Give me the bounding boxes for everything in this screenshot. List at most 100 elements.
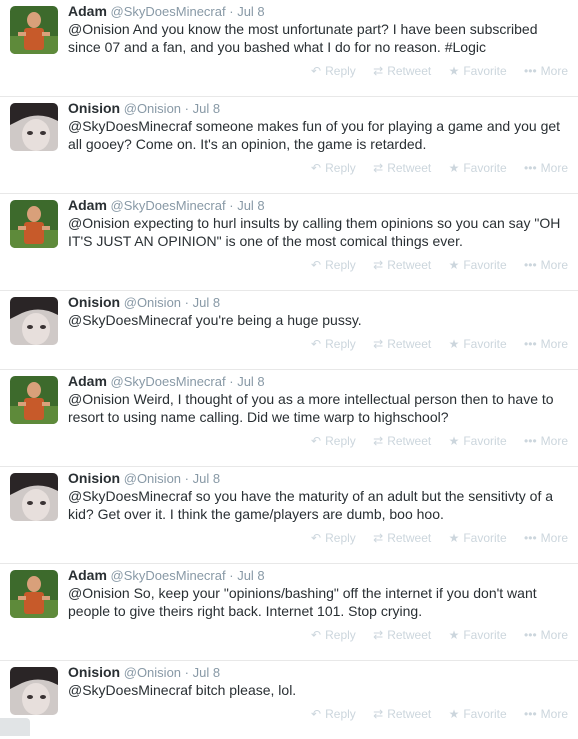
timestamp[interactable]: Jul 8 bbox=[193, 665, 220, 680]
reply-icon: ↶ bbox=[311, 337, 322, 351]
retweet-icon: ⇄ bbox=[373, 337, 384, 351]
timestamp[interactable]: Jul 8 bbox=[193, 101, 220, 116]
avatar-onision[interactable] bbox=[10, 103, 58, 151]
separator: · bbox=[184, 295, 189, 310]
avatar-adam[interactable] bbox=[10, 200, 58, 248]
more-button[interactable]: ••• More bbox=[524, 258, 568, 272]
more-button[interactable]: ••• More bbox=[524, 64, 568, 78]
favorite-button[interactable]: ★ Favorite bbox=[449, 337, 507, 351]
tweet-text: @SkyDoesMinecraf bitch please, lol. bbox=[68, 682, 297, 698]
favorite-button[interactable]: ★ Favorite bbox=[449, 628, 507, 642]
tweet[interactable]: Onision @Onision · Jul 8 @SkyDoesMinecra… bbox=[0, 97, 578, 194]
author-handle[interactable]: @Onision bbox=[124, 295, 181, 310]
timestamp[interactable]: Jul 8 bbox=[193, 295, 220, 310]
more-button[interactable]: ••• More bbox=[524, 628, 568, 642]
author-name[interactable]: Onision bbox=[68, 100, 120, 116]
avatar-adam[interactable] bbox=[10, 570, 58, 618]
retweet-button[interactable]: ⇄ Retweet bbox=[373, 531, 431, 545]
tweet[interactable]: Adam @SkyDoesMinecraf · Jul 8 @Onision e… bbox=[0, 194, 578, 291]
more-dots-icon: ••• bbox=[524, 64, 537, 78]
retweet-button[interactable]: ⇄ Retweet bbox=[373, 161, 431, 175]
avatar-onision[interactable] bbox=[10, 667, 58, 715]
author-handle[interactable]: @SkyDoesMinecraf bbox=[111, 374, 226, 389]
favorite-button[interactable]: ★ Favorite bbox=[449, 258, 507, 272]
author-name[interactable]: Adam bbox=[68, 567, 107, 583]
star-icon: ★ bbox=[448, 337, 460, 351]
tweet[interactable]: Onision @Onision · Jul 8 @SkyDoesMinecra… bbox=[0, 467, 578, 564]
reply-button[interactable]: ↶ Reply bbox=[311, 337, 356, 351]
tweet[interactable]: Adam @SkyDoesMinecraf · Jul 8 @Onision A… bbox=[0, 0, 578, 97]
tweet[interactable]: Onision @Onision · Jul 8 @SkyDoesMinecra… bbox=[0, 661, 578, 739]
reply-button[interactable]: ↶ Reply bbox=[311, 707, 356, 721]
star-icon: ★ bbox=[448, 161, 460, 175]
tweet[interactable]: Onision @Onision · Jul 8 @SkyDoesMinecra… bbox=[0, 291, 578, 370]
retweet-button[interactable]: ⇄ Retweet bbox=[373, 707, 431, 721]
favorite-button[interactable]: ★ Favorite bbox=[449, 161, 507, 175]
timestamp[interactable]: Jul 8 bbox=[237, 4, 264, 19]
timestamp[interactable]: Jul 8 bbox=[237, 374, 264, 389]
separator: · bbox=[229, 568, 234, 583]
reply-button[interactable]: ↶ Reply bbox=[311, 434, 356, 448]
retweet-button[interactable]: ⇄ Retweet bbox=[373, 64, 431, 78]
author-name[interactable]: Adam bbox=[68, 373, 107, 389]
avatar-adam[interactable] bbox=[10, 376, 58, 424]
tweet-text: @SkyDoesMinecraf so you have the maturit… bbox=[68, 488, 554, 522]
reply-icon: ↶ bbox=[311, 161, 322, 175]
retweet-button[interactable]: ⇄ Retweet bbox=[373, 628, 431, 642]
author-name[interactable]: Onision bbox=[68, 664, 120, 680]
reply-button[interactable]: ↶ Reply bbox=[311, 161, 356, 175]
reply-button[interactable]: ↶ Reply bbox=[311, 258, 356, 272]
tweet-text: @SkyDoesMinecraf someone makes fun of yo… bbox=[68, 118, 561, 152]
author-handle[interactable]: @SkyDoesMinecraf bbox=[111, 198, 226, 213]
retweet-icon: ⇄ bbox=[373, 258, 384, 272]
avatar-onision[interactable] bbox=[10, 473, 58, 521]
more-button[interactable]: ••• More bbox=[524, 434, 568, 448]
favorite-button[interactable]: ★ Favorite bbox=[449, 531, 507, 545]
author-handle[interactable]: @SkyDoesMinecraf bbox=[111, 568, 226, 583]
retweet-icon: ⇄ bbox=[373, 531, 384, 545]
author-name[interactable]: Adam bbox=[68, 3, 107, 19]
more-button[interactable]: ••• More bbox=[524, 161, 568, 175]
retweet-button[interactable]: ⇄ Retweet bbox=[373, 258, 431, 272]
retweet-button[interactable]: ⇄ Retweet bbox=[373, 434, 431, 448]
separator: · bbox=[184, 665, 189, 680]
author-handle[interactable]: @SkyDoesMinecraf bbox=[111, 4, 226, 19]
author-name[interactable]: Onision bbox=[68, 470, 120, 486]
tweet-text: @Onision So, keep your "opinions/bashing… bbox=[68, 585, 537, 619]
separator: · bbox=[229, 4, 234, 19]
more-button[interactable]: ••• More bbox=[524, 337, 568, 351]
author-handle[interactable]: @Onision bbox=[124, 665, 181, 680]
retweet-button[interactable]: ⇄ Retweet bbox=[373, 337, 431, 351]
author-name[interactable]: Onision bbox=[68, 294, 120, 310]
author-handle[interactable]: @Onision bbox=[124, 471, 181, 486]
tweet-text: @Onision And you know the most unfortuna… bbox=[68, 21, 538, 55]
author-handle[interactable]: @Onision bbox=[124, 101, 181, 116]
separator: · bbox=[184, 471, 189, 486]
tweet[interactable]: Adam @SkyDoesMinecraf · Jul 8 @Onision W… bbox=[0, 370, 578, 467]
reply-button[interactable]: ↶ Reply bbox=[311, 628, 356, 642]
avatar-onision[interactable] bbox=[10, 297, 58, 345]
more-dots-icon: ••• bbox=[524, 707, 537, 721]
avatar-adam[interactable] bbox=[10, 6, 58, 54]
more-dots-icon: ••• bbox=[524, 628, 537, 642]
favorite-button[interactable]: ★ Favorite bbox=[449, 64, 507, 78]
timestamp[interactable]: Jul 8 bbox=[237, 568, 264, 583]
timestamp[interactable]: Jul 8 bbox=[193, 471, 220, 486]
retweet-icon: ⇄ bbox=[373, 628, 384, 642]
star-icon: ★ bbox=[448, 258, 460, 272]
reply-icon: ↶ bbox=[311, 64, 322, 78]
more-button[interactable]: ••• More bbox=[524, 531, 568, 545]
reply-icon: ↶ bbox=[311, 258, 322, 272]
author-name[interactable]: Adam bbox=[68, 197, 107, 213]
more-button[interactable]: ••• More bbox=[524, 707, 568, 721]
timestamp[interactable]: Jul 8 bbox=[237, 198, 264, 213]
tweet[interactable]: Adam @SkyDoesMinecraf · Jul 8 @Onision S… bbox=[0, 564, 578, 661]
reply-button[interactable]: ↶ Reply bbox=[311, 531, 356, 545]
retweet-icon: ⇄ bbox=[373, 434, 384, 448]
retweet-icon: ⇄ bbox=[373, 707, 384, 721]
favorite-button[interactable]: ★ Favorite bbox=[449, 707, 507, 721]
reply-button[interactable]: ↶ Reply bbox=[311, 64, 356, 78]
favorite-button[interactable]: ★ Favorite bbox=[449, 434, 507, 448]
star-icon: ★ bbox=[448, 707, 460, 721]
reply-icon: ↶ bbox=[311, 434, 322, 448]
